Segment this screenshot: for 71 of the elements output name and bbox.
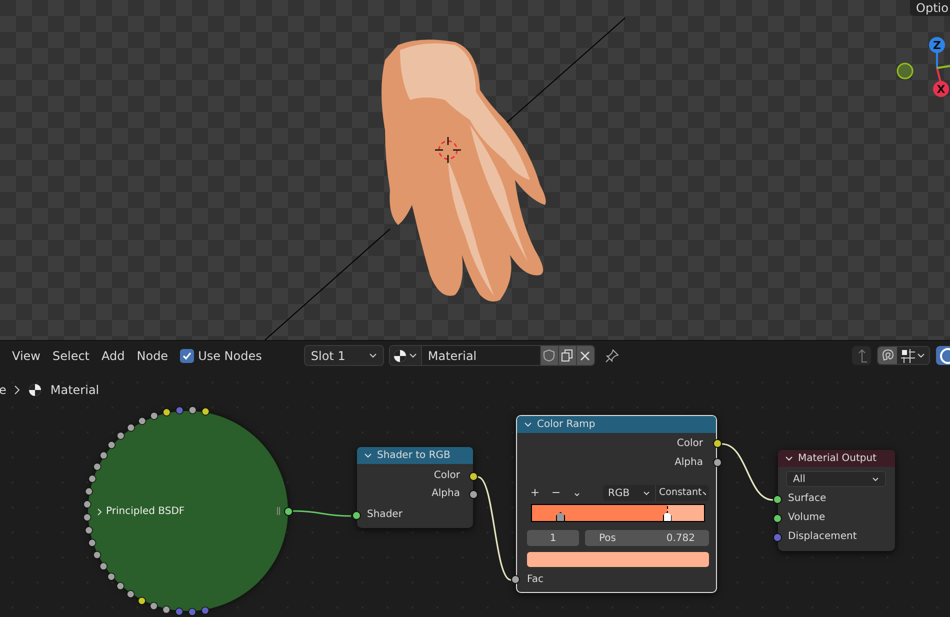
chevron-icon <box>368 352 377 358</box>
ramp-tool-button[interactable]: − <box>548 486 564 500</box>
socket-label: Volume <box>788 512 826 524</box>
socket-label: Shader <box>367 509 402 521</box>
node-title: Material Output <box>798 452 877 466</box>
ramp-tool-button[interactable]: + <box>527 486 543 500</box>
material-sphere-icon <box>28 383 42 397</box>
color-swatch[interactable] <box>527 552 709 567</box>
axis-label: X <box>936 83 946 96</box>
color-mode-dropdown[interactable]: RGB <box>603 485 656 501</box>
node-title: Principled BSDF <box>106 505 185 519</box>
socket[interactable] <box>469 472 478 481</box>
socket-label: Alpha <box>432 488 460 500</box>
grip-icon <box>277 507 280 515</box>
socket-label: Color <box>434 470 460 482</box>
interpolation-dropdown[interactable]: Constant <box>656 485 709 501</box>
node-title: Shader to RGB <box>377 449 450 463</box>
chevron-icon <box>872 476 879 482</box>
socket-label: Color <box>676 438 703 450</box>
slot-dropdown[interactable]: Slot 1 <box>304 345 384 366</box>
output-socket[interactable] <box>284 507 293 516</box>
node-link <box>292 510 352 517</box>
chevron-icon <box>364 453 372 458</box>
socket-label: Surface <box>788 493 826 505</box>
parent-node-button[interactable] <box>852 346 871 365</box>
chevron-icon <box>643 490 650 496</box>
socket-label: Fac <box>527 574 544 586</box>
node-panel[interactable]: Color Ramp Color Alpha + − ⌄ RGB Constant 1 Pos 0.782 Fac <box>516 415 717 593</box>
pin-icon[interactable] <box>604 348 619 362</box>
overlay-button[interactable] <box>936 346 950 365</box>
node-title: Color Ramp <box>537 418 596 432</box>
menu-item[interactable]: Add <box>96 346 131 364</box>
stop-index-field[interactable]: 1 <box>527 530 579 546</box>
magnet-icon <box>881 349 894 362</box>
menu-item[interactable]: View <box>6 346 46 364</box>
node-link <box>722 443 774 501</box>
color-ramp-bar[interactable] <box>531 504 705 522</box>
socket[interactable] <box>713 458 722 467</box>
breadcrumb-item[interactable]: e <box>0 381 6 399</box>
chevron-icon <box>917 352 925 358</box>
chevron-icon <box>14 385 20 395</box>
axis-label: Z <box>933 39 941 52</box>
socket[interactable] <box>773 495 782 504</box>
chevron-icon <box>785 456 793 461</box>
breadcrumb-item[interactable]: Material <box>50 381 100 399</box>
checkbox-label: Use Nodes <box>198 348 262 364</box>
chevron-icon <box>702 490 706 496</box>
menu-item[interactable]: Select <box>46 346 96 364</box>
socket[interactable] <box>352 511 361 520</box>
node-panel[interactable]: Shader to RGB Color Alpha Shader <box>357 447 473 528</box>
chevron-icon <box>97 508 102 516</box>
socket[interactable] <box>773 514 782 523</box>
ramp-tool-button[interactable]: ⌄ <box>569 486 585 500</box>
socket[interactable] <box>469 490 478 499</box>
menu-item[interactable]: Node <box>130 346 174 364</box>
options-button[interactable]: Optio <box>910 0 950 16</box>
3d-cursor-icon <box>434 136 462 164</box>
checkbox[interactable] <box>180 348 194 362</box>
position-field[interactable]: Pos 0.782 <box>585 530 709 546</box>
socket-label: Alpha <box>674 457 703 469</box>
socket-label: Displacement <box>788 531 857 543</box>
socket[interactable] <box>713 439 722 448</box>
axis-gizmo-drawing <box>896 37 950 97</box>
target-dropdown[interactable]: All <box>786 471 886 487</box>
snap-toggle[interactable] <box>878 347 897 364</box>
grid-snap-icon <box>901 348 915 362</box>
chevron-icon <box>524 422 532 427</box>
socket[interactable] <box>511 575 520 584</box>
snap-grid-dropdown[interactable] <box>897 347 929 364</box>
node-panel[interactable]: Material Output All Surface Volume Displacement <box>778 450 895 551</box>
checkmark-icon <box>182 350 192 360</box>
